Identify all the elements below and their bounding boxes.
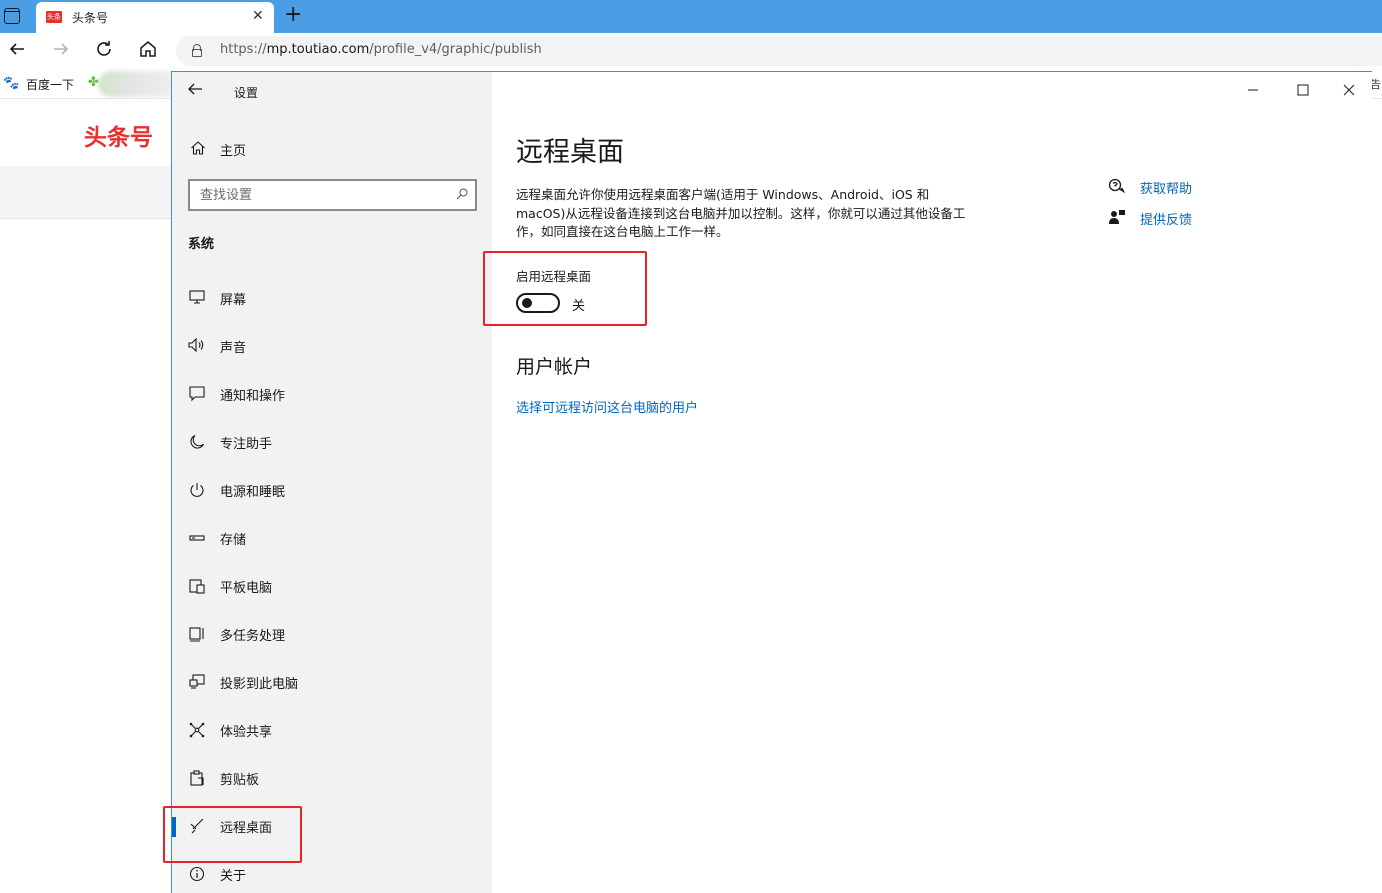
info-icon — [188, 866, 206, 882]
settings-sidebar: 设置 主页 系统 屏幕 声音 通知和操作 专注助手 — [172, 72, 492, 893]
select-users-link[interactable]: 选择可远程访问这台电脑的用户 — [516, 397, 698, 416]
get-help-link[interactable]: 获取帮助 — [1140, 178, 1192, 197]
storage-icon — [188, 530, 206, 546]
settings-main-panel: 远程桌面 远程桌面允许你使用远程桌面客户端(适用于 Windows、Androi… — [492, 72, 1372, 893]
sidebar-item-shared-experiences[interactable]: 体验共享 — [172, 708, 492, 752]
page-title: 远程桌面 — [516, 137, 624, 168]
give-feedback-link[interactable]: 提供反馈 — [1140, 209, 1192, 228]
tab-title: 头条号 — [72, 11, 109, 25]
window-title: 设置 — [234, 86, 259, 100]
maximize-button[interactable] — [1288, 80, 1318, 102]
sidebar-item-label: 多任务处理 — [220, 629, 286, 644]
sidebar-item-label: 通知和操作 — [220, 389, 286, 404]
settings-window: 设置 主页 系统 屏幕 声音 通知和操作 专注助手 — [171, 71, 1372, 893]
feedback-person-icon — [1108, 209, 1126, 225]
highlight-toggle-box — [483, 251, 647, 326]
get-help-row[interactable]: 获取帮助 — [1108, 176, 1228, 197]
moon-icon — [188, 434, 206, 450]
power-icon — [188, 482, 206, 498]
section-system: 系统 — [188, 237, 215, 252]
nav-home[interactable]: 主页 — [220, 140, 246, 159]
browser-tab-strip: 头条 头条号 ✕ + — [0, 0, 1382, 33]
give-feedback-row[interactable]: 提供反馈 — [1108, 207, 1228, 228]
forward-arrow-icon[interactable] — [50, 39, 72, 61]
project-icon — [188, 674, 206, 690]
bookmark-baidu[interactable]: 百度一下 — [26, 76, 74, 93]
tab-actions-icon[interactable] — [4, 8, 20, 24]
sidebar-item-display[interactable]: 屏幕 — [172, 276, 492, 320]
refresh-icon[interactable] — [93, 39, 115, 61]
address-bar[interactable]: https://mp.toutiao.com/profile_v4/graphi… — [176, 36, 1382, 66]
browser-toolbar: https://mp.toutiao.com/profile_v4/graphi… — [0, 33, 1382, 69]
sidebar-item-sound[interactable]: 声音 — [172, 324, 492, 368]
sidebar-item-clipboard[interactable]: 剪贴板 — [172, 756, 492, 800]
sidebar-item-label: 体验共享 — [220, 725, 273, 740]
sidebar-item-label: 剪贴板 — [220, 773, 260, 788]
sidebar-item-label: 平板电脑 — [220, 581, 273, 596]
sidebar-item-label: 存储 — [220, 533, 247, 548]
sidebar-item-label: 屏幕 — [220, 293, 247, 308]
sidebar-item-power[interactable]: 电源和睡眠 — [172, 468, 492, 512]
monitor-icon — [188, 290, 206, 306]
notification-icon — [188, 386, 206, 402]
close-button[interactable] — [1334, 80, 1364, 102]
blurred-bookmark[interactable] — [98, 71, 178, 97]
remote-desktop-description: 远程桌面允许你使用远程桌面客户端(适用于 Windows、Android、iOS… — [516, 187, 966, 239]
back-arrow-icon[interactable] — [6, 39, 28, 61]
settings-back-icon[interactable] — [186, 80, 204, 103]
tab-close-icon[interactable]: ✕ — [252, 8, 264, 24]
home-settings-icon — [190, 140, 206, 156]
sidebar-item-label: 专注助手 — [220, 437, 273, 452]
share-icon — [188, 722, 206, 738]
url-text: https://mp.toutiao.com/profile_v4/graphi… — [220, 42, 542, 57]
sidebar-item-notifications[interactable]: 通知和操作 — [172, 372, 492, 416]
home-icon[interactable] — [137, 39, 159, 61]
sidebar-item-tablet[interactable]: 平板电脑 — [172, 564, 492, 608]
baidu-paw-icon: 🐾 — [3, 76, 20, 91]
minimize-button[interactable] — [1238, 80, 1268, 102]
highlight-nav-box — [163, 806, 302, 863]
toutiao-favicon-icon: 头条 — [46, 11, 62, 23]
multitask-icon — [188, 626, 206, 642]
sidebar-item-label: 关于 — [220, 869, 247, 884]
sidebar-item-label: 声音 — [220, 341, 247, 356]
sidebar-item-storage[interactable]: 存储 — [172, 516, 492, 560]
speaker-icon — [188, 337, 206, 354]
sidebar-item-label: 电源和睡眠 — [220, 485, 286, 500]
toutiao-logo[interactable]: 头条号 — [84, 118, 153, 152]
sidebar-item-multitasking[interactable]: 多任务处理 — [172, 612, 492, 656]
search-icon[interactable] — [456, 188, 468, 200]
tablet-icon — [188, 578, 206, 594]
sidebar-item-focus-assist[interactable]: 专注助手 — [172, 420, 492, 464]
lock-icon[interactable] — [192, 44, 202, 57]
browser-tab-active[interactable]: 头条 头条号 ✕ — [36, 2, 274, 33]
sidebar-item-project[interactable]: 投影到此电脑 — [172, 660, 492, 704]
new-tab-button[interactable]: + — [284, 3, 302, 27]
settings-search-box[interactable] — [188, 179, 477, 211]
sidebar-item-label: 投影到此电脑 — [220, 677, 299, 692]
settings-search-input[interactable] — [190, 181, 450, 209]
clipboard-icon — [188, 770, 206, 786]
help-chat-icon — [1108, 178, 1126, 194]
page-subheader — [0, 166, 172, 219]
user-accounts-heading: 用户帐户 — [516, 356, 593, 378]
